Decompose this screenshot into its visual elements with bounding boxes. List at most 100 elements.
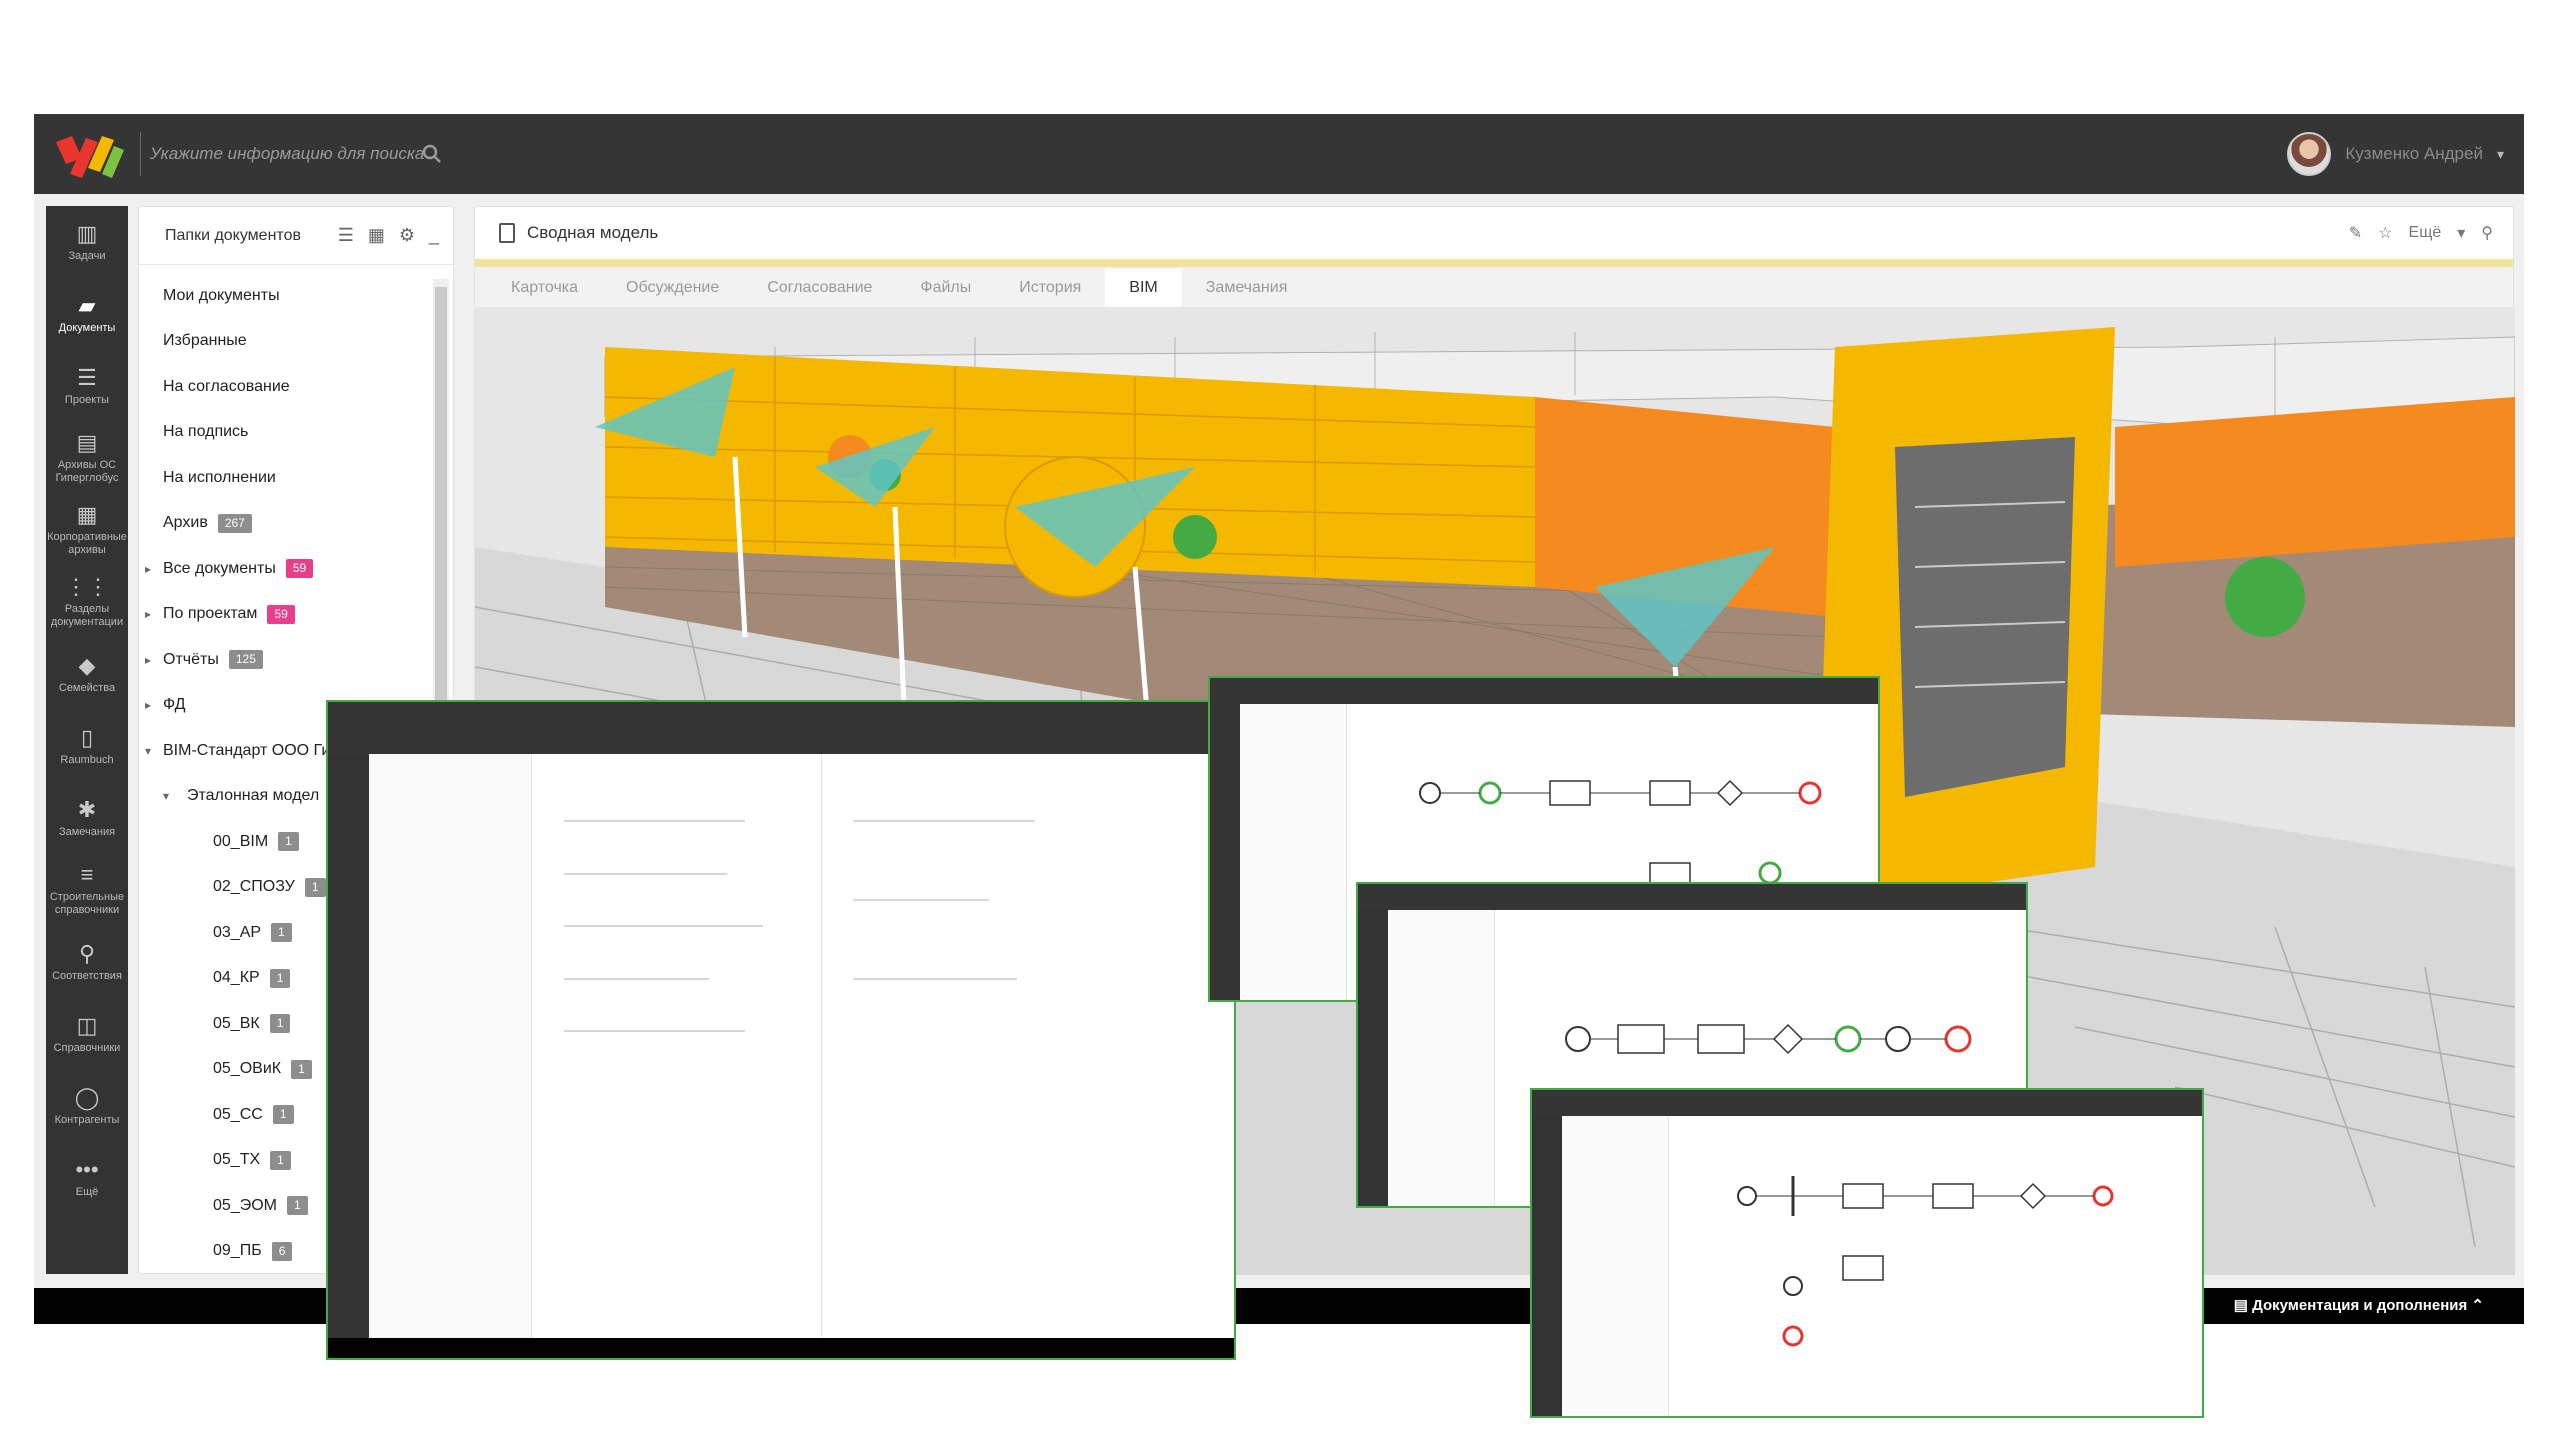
folder-item[interactable]: На подпись: [139, 410, 453, 456]
nav-item-3[interactable]: ▤ Архивы ОС Гиперглобус: [46, 422, 128, 494]
more-icon: •••: [75, 1156, 99, 1182]
nav-item-label: Корпоративные архивы: [47, 531, 127, 556]
count-badge: 1: [272, 1105, 294, 1125]
folder-open-icon: ▰: [78, 292, 96, 318]
nav-item-8[interactable]: ✱ Замечания: [46, 782, 128, 854]
tab-3[interactable]: Файлы: [896, 269, 995, 307]
tab-6[interactable]: Замечания: [1182, 269, 1312, 307]
folder-item[interactable]: На исполнении: [139, 455, 453, 501]
chevron-up-icon[interactable]: ⌃: [2471, 1297, 2484, 1314]
process-diagram-thumbnail: [1737, 1175, 2114, 1347]
nav-item-4[interactable]: ▦ Корпоративные архивы: [46, 494, 128, 566]
minimize-icon[interactable]: _: [429, 225, 439, 246]
tab-0[interactable]: Карточка: [487, 269, 602, 307]
tab-1[interactable]: Обсуждение: [602, 269, 743, 307]
folder-label: 05_ЭОМ: [213, 1196, 277, 1214]
nav-item-12[interactable]: ◯ Контрагенты: [46, 1070, 128, 1142]
avatar[interactable]: [2287, 132, 2332, 176]
document-tabs: Карточка Обсуждение Согласование Файлы Истор…: [475, 267, 2513, 307]
nav-item-label: Проекты: [64, 393, 110, 406]
edit-icon[interactable]: ✎: [2349, 223, 2362, 243]
nav-item-1[interactable]: ▰ Документы: [46, 278, 128, 350]
folder-item[interactable]: ▸ Отчёты 125: [139, 637, 453, 683]
link-icon: ⚲: [78, 940, 96, 966]
document-header: Сводная модель ✎ ☆ Ещё ▾ ⚲: [475, 207, 2513, 259]
folder-item[interactable]: ▸ По проектам 59: [139, 592, 453, 638]
chevron-right-icon[interactable]: ▸: [145, 562, 151, 576]
count-badge: 267: [217, 513, 252, 533]
folder-label: 05_ОВиК: [213, 1060, 282, 1078]
search-input[interactable]: [150, 136, 590, 172]
chevron-down-icon[interactable]: ▾: [145, 744, 151, 758]
top-bar: Кузменко Андрей ▾: [34, 114, 2524, 194]
folders-title: Папки документов: [165, 226, 301, 244]
count-badge: 1: [271, 923, 292, 943]
folder-scroll-thumb[interactable]: [435, 287, 447, 707]
tab-4[interactable]: История: [995, 269, 1105, 307]
nav-item-7[interactable]: ▯ Raumbuch: [46, 710, 128, 782]
folder-label: 09_ПБ: [213, 1242, 262, 1260]
chevron-right-icon[interactable]: ▸: [145, 607, 151, 621]
nav-item-label: Семейства: [58, 681, 116, 694]
more-menu-button[interactable]: Ещё: [2409, 224, 2442, 242]
folder-label: Эталонная модел: [187, 787, 320, 805]
folder-label: На исполнении: [163, 468, 276, 486]
docs-link[interactable]: ▤ Документация и дополнения ⌃: [2234, 1296, 2484, 1314]
grid-icon: ▦: [76, 502, 98, 527]
nav-item-10[interactable]: ⚲ Соответствия: [46, 926, 128, 998]
count-badge: 59: [285, 559, 314, 579]
count-badge: 59: [267, 604, 295, 624]
nav-item-0[interactable]: ▥ Задачи: [46, 206, 128, 278]
folder-label: 05_СС: [213, 1105, 263, 1123]
nav-item-label: Справочники: [53, 1041, 121, 1054]
nav-item-label: Архивы ОС Гиперглобус: [55, 459, 119, 484]
overlay-screenshot-4: [1530, 1088, 2204, 1418]
folder-item[interactable]: На согласование: [139, 364, 453, 410]
nav-item-label: Строительные справочники: [49, 891, 125, 916]
pin-icon[interactable]: ⚲: [2481, 223, 2493, 243]
nav-item-11[interactable]: ◫ Справочники: [46, 998, 128, 1070]
app-logo[interactable]: [52, 128, 128, 180]
folder-label: 00_BIM: [213, 832, 269, 850]
chevron-down-icon[interactable]: ▾: [2497, 146, 2504, 163]
folder-item[interactable]: ▸ Все документы 59: [139, 546, 453, 592]
nav-item-label: Задачи: [68, 249, 106, 262]
nav-item-13[interactable]: ••• Ещё: [46, 1142, 128, 1214]
nav-item-5[interactable]: ⋮⋮ Разделы документации: [46, 566, 128, 638]
accent-line: [475, 259, 2513, 267]
tab-5[interactable]: BIM: [1105, 269, 1182, 307]
nav-item-6[interactable]: ◆ Семейства: [46, 638, 128, 710]
chevron-right-icon[interactable]: ▸: [145, 698, 151, 712]
chevron-down-icon[interactable]: ▾: [163, 789, 169, 803]
nav-item-label: Raumbuch: [60, 753, 114, 766]
folder-item[interactable]: Избранные: [139, 319, 453, 365]
nav-item-2[interactable]: ☰ Проекты: [46, 350, 128, 422]
count-badge: 1: [278, 832, 299, 852]
list-icon: ≡: [80, 862, 94, 887]
sections-icon: ⋮⋮: [65, 574, 109, 599]
folder-item[interactable]: Мои документы: [139, 273, 453, 319]
grid-view-icon[interactable]: ▦: [368, 225, 385, 246]
open-book-icon: ◫: [76, 1012, 98, 1038]
document-icon: [499, 223, 515, 243]
overlay-screenshot-1: [326, 700, 1236, 1360]
chevron-right-icon[interactable]: ▸: [145, 653, 151, 667]
tab-2[interactable]: Согласование: [743, 269, 896, 307]
nav-item-label: Соответствия: [52, 969, 122, 982]
folder-label: Все документы: [163, 559, 276, 577]
gear-icon[interactable]: ⚙: [399, 225, 415, 246]
chevron-down-icon[interactable]: ▾: [2457, 223, 2465, 243]
bug-icon: ✱: [77, 796, 97, 822]
folder-label: Архив: [163, 514, 208, 532]
folder-label: Избранные: [163, 332, 247, 350]
nav-item-label: Разделы документации: [50, 603, 124, 628]
count-badge: 1: [291, 1059, 312, 1079]
nav-item-9[interactable]: ≡ Строительные справочники: [46, 854, 128, 926]
folder-label: ФД: [163, 696, 186, 714]
search-icon[interactable]: [420, 142, 444, 166]
user-menu[interactable]: Кузменко Андрей ▾: [2287, 128, 2504, 180]
folder-item[interactable]: Архив 267: [139, 501, 453, 547]
user-name[interactable]: Кузменко Андрей: [2345, 144, 2483, 164]
star-icon[interactable]: ☆: [2378, 223, 2392, 243]
list-view-icon[interactable]: ☰: [338, 225, 354, 246]
